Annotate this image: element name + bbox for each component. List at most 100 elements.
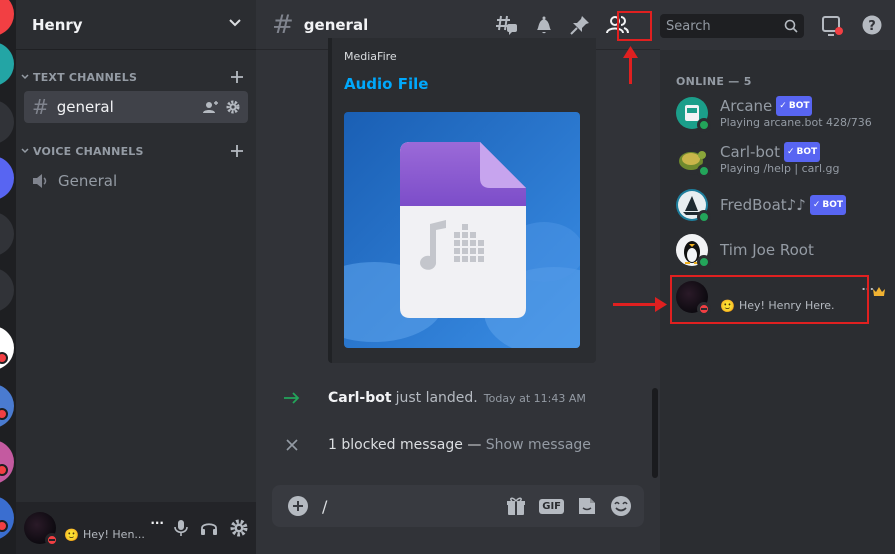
annotation-arrowhead (623, 46, 638, 58)
server-icon[interactable] (0, 384, 14, 428)
user-panel: ... 🙂 Hey! Hen... (16, 502, 256, 554)
channel-title: general (303, 15, 369, 34)
member-name: Arcane (720, 97, 773, 115)
annotation-arrow (613, 303, 657, 306)
search-icon (784, 19, 798, 33)
category-voice-channels[interactable]: VOICE CHANNELS (20, 144, 244, 158)
search-box[interactable]: Search (660, 14, 804, 38)
gift-icon[interactable] (506, 496, 526, 516)
server-icon[interactable] (0, 212, 14, 256)
guild-header[interactable]: Henry (16, 0, 256, 50)
avatar (676, 143, 711, 178)
speaker-icon (33, 174, 47, 188)
bot-badge: ✓ BOT (809, 195, 847, 215)
avatar (676, 234, 711, 269)
channel-general-voice[interactable]: General (24, 165, 248, 197)
chevron-down-icon (21, 148, 29, 154)
header-toolbar (496, 0, 630, 50)
member-item-carl-bot[interactable]: Carl-bot ✓ BOT Playing /help | carl.gg (676, 138, 886, 180)
hash-icon: # (32, 95, 49, 119)
category-label: TEXT CHANNELS (33, 70, 138, 84)
link-embed: MediaFire Audio File (328, 38, 596, 363)
member-name: FredBoat♪♪ (720, 196, 806, 214)
avatar (676, 97, 711, 132)
server-icon[interactable] (0, 100, 14, 144)
highlight-box (670, 275, 869, 324)
custom-status-text: Hey! Hen... (82, 528, 145, 541)
join-text: just landed. (395, 390, 478, 406)
member-item-fredboat[interactable]: FredBoat♪♪ ✓ BOT (676, 184, 886, 226)
bell-icon[interactable] (534, 15, 554, 35)
threads-icon[interactable] (496, 15, 518, 35)
microphone-icon[interactable] (174, 519, 188, 537)
server-rail (0, 0, 16, 554)
member-item-tim-joe-root[interactable]: Tim Joe Root (676, 229, 886, 271)
bot-badge: ✓ BOT (784, 142, 821, 162)
guild-name: Henry (32, 15, 83, 34)
member-name: Carl-bot (720, 143, 780, 161)
arrow-right-icon (256, 392, 328, 404)
gif-icon[interactable]: GIF (539, 498, 564, 514)
add-attachment-icon[interactable] (288, 496, 308, 516)
emoji-icon[interactable] (610, 495, 632, 517)
blocked-message: 1 blocked message — Show message (256, 437, 648, 453)
scrollbar[interactable] (652, 388, 658, 478)
username: ... (150, 512, 164, 527)
annotation-arrowhead (655, 297, 667, 312)
channel-general-text[interactable]: # general (24, 91, 248, 123)
category-label: VOICE CHANNELS (33, 144, 144, 158)
show-message-link[interactable]: Show message (486, 437, 591, 453)
inbox-icon[interactable] (822, 16, 844, 36)
dnd-status-icon (45, 533, 59, 547)
channel-sidebar: Henry TEXT CHANNELS # general VOICE CHAN… (16, 0, 256, 554)
audio-file-image[interactable] (344, 112, 580, 348)
gear-icon[interactable] (226, 100, 240, 114)
chat-area: # general MediaFire Audio File Carl-bot … (256, 0, 660, 554)
server-icon[interactable] (0, 440, 14, 484)
search-input[interactable]: Search (666, 19, 784, 34)
avatar[interactable] (24, 512, 59, 547)
plus-icon[interactable] (230, 144, 244, 158)
help-icon[interactable]: ? (862, 15, 882, 35)
server-icon[interactable] (0, 496, 14, 540)
gear-icon[interactable] (230, 519, 248, 537)
channel-name: general (56, 98, 114, 116)
message-composer[interactable]: / GIF (272, 485, 644, 527)
hash-icon: # (272, 9, 294, 40)
server-icon[interactable] (0, 268, 14, 312)
blocked-text: 1 blocked message — (328, 437, 486, 453)
close-icon (256, 439, 328, 451)
member-activity: Playing /help | carl.gg (720, 162, 840, 175)
online-status-icon (697, 118, 711, 132)
bot-badge: ✓ BOT (776, 96, 813, 116)
server-icon[interactable] (0, 156, 14, 200)
member-item-arcane[interactable]: Arcane ✓ BOT Playing arcane.bot 428/736 (676, 92, 886, 134)
online-status-icon (697, 255, 711, 269)
avatar (676, 189, 711, 224)
smiley-icon: 🙂 (64, 527, 79, 542)
message-input[interactable]: / (322, 497, 327, 516)
online-status-icon (697, 164, 711, 178)
server-icon[interactable] (0, 42, 14, 86)
plus-icon[interactable] (230, 70, 244, 84)
category-text-channels[interactable]: TEXT CHANNELS (20, 70, 244, 84)
pin-icon[interactable] (570, 15, 590, 35)
svg-text:?: ? (868, 19, 876, 34)
member-activity: Playing arcane.bot 428/736 (720, 116, 872, 129)
headphones-icon[interactable] (200, 519, 218, 537)
join-message: Carl-bot just landed. Today at 11:43 AM (256, 390, 648, 406)
timestamp: Today at 11:43 AM (483, 391, 586, 405)
chevron-down-icon (21, 74, 29, 80)
chevron-down-icon[interactable] (228, 15, 242, 34)
embed-title-link[interactable]: Audio File (344, 75, 428, 93)
embed-provider: MediaFire (344, 50, 397, 63)
highlight-box (617, 11, 652, 41)
server-icon[interactable] (0, 0, 14, 36)
online-status-icon (697, 210, 711, 224)
sticker-icon[interactable] (577, 496, 597, 516)
crown-icon (873, 287, 885, 296)
invite-user-icon[interactable] (203, 100, 219, 114)
annotation-arrow (629, 54, 632, 84)
join-user[interactable]: Carl-bot (328, 390, 392, 406)
channel-name: General (58, 172, 118, 190)
